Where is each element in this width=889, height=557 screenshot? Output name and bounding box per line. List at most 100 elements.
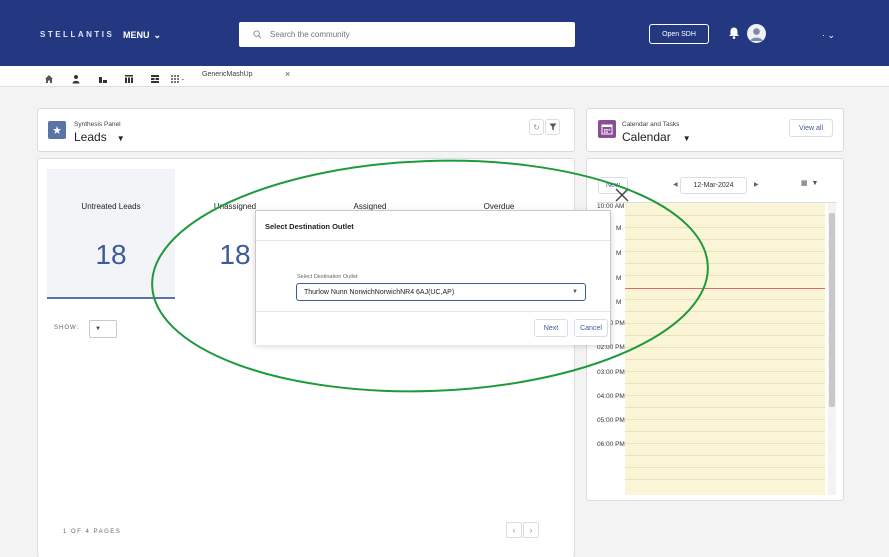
top-navigation: STELLANTIS MENU⌄ Open SDH · ⌄: [0, 0, 889, 66]
view-all-button[interactable]: View all: [789, 119, 833, 137]
home-icon[interactable]: [44, 71, 54, 83]
chevron-down-icon: ⌄: [153, 30, 162, 40]
tab-close-icon[interactable]: ×: [285, 69, 290, 79]
destination-outlet-select[interactable]: Thurlow Nunn NorwichNorwichNR4 6AJ(UC,AP…: [296, 283, 586, 301]
calendar-panel-subtitle: Calendar and Tasks: [622, 121, 680, 128]
hour-line: [625, 227, 825, 228]
destination-outlet-label: Select Destination Outlet: [297, 274, 358, 280]
hour-line: [625, 371, 825, 372]
cancel-button[interactable]: Cancel: [574, 319, 608, 337]
prev-day-icon[interactable]: ◀: [673, 181, 678, 188]
synthesis-panel-subtitle: Synthesis Panel: [74, 121, 121, 128]
next-day-icon[interactable]: ▶: [754, 181, 759, 188]
hour-line: [625, 383, 825, 384]
hour-line: [625, 311, 825, 312]
star-icon: ★: [48, 121, 66, 139]
calendar-day-grid[interactable]: 10:00 AM M M M M 01:00 PM 02:00 PM 03:00…: [597, 202, 837, 495]
hour-line: [625, 407, 825, 408]
modal-title: Select Destination Outlet: [265, 222, 354, 231]
hour-line: [625, 239, 825, 240]
leads-title-text: Leads: [74, 130, 107, 144]
time-label: M: [616, 275, 622, 282]
next-page-button[interactable]: ›: [523, 522, 539, 538]
calendar-small-icon: ▦: [801, 180, 808, 187]
calendar-scrollbar[interactable]: [828, 203, 836, 495]
avatar[interactable]: [747, 24, 766, 43]
chevron-left-icon: ‹: [512, 525, 516, 535]
dropdown-arrow-icon[interactable]: ▼: [117, 134, 125, 143]
selected-outlet-value: Thurlow Nunn NorwichNorwichNR4 6AJ(UC,AP…: [304, 288, 455, 296]
synthesis-panel-title[interactable]: Leads ▼: [74, 130, 125, 144]
bell-icon[interactable]: [727, 26, 741, 40]
person-icon[interactable]: [71, 71, 81, 84]
time-label: M: [616, 225, 622, 232]
hour-line: [625, 215, 825, 216]
date-picker[interactable]: 12-Mar-2024: [680, 177, 747, 194]
chevron-down-icon: ▼: [95, 326, 101, 332]
brand-logo[interactable]: STELLANTIS: [40, 30, 114, 39]
show-label: SHOW:: [54, 325, 80, 331]
search-bar[interactable]: [239, 22, 575, 47]
hour-line: [625, 299, 825, 300]
calendar-panel-title[interactable]: Calendar ▼: [622, 130, 691, 144]
tile-untreated-leads[interactable]: Untreated Leads 18: [47, 169, 175, 299]
hour-line: [625, 395, 825, 396]
leads-icon[interactable]: [98, 71, 108, 83]
hour-line: [625, 431, 825, 432]
calendar-view-menu[interactable]: ▦ ▼: [801, 179, 818, 187]
hour-line: [625, 335, 825, 336]
modal-header: Select Destination Outlet: [256, 211, 610, 241]
time-label: 10:00 AM: [597, 203, 625, 210]
hour-line: [625, 347, 825, 348]
dropdown-arrow-icon[interactable]: ▼: [683, 134, 691, 143]
current-time-line: [625, 288, 825, 289]
select-destination-outlet-modal: Select Destination Outlet Select Destina…: [255, 210, 611, 345]
filter-icon: [549, 123, 556, 131]
synthesis-panel-header: ★ Synthesis Panel Leads ▼ ↻: [37, 108, 575, 152]
time-label: 02:00 PM: [597, 344, 625, 351]
calendar-panel-header: Calendar and Tasks Calendar ▼ View all: [586, 108, 844, 152]
app-grid-icon[interactable]: [170, 71, 186, 83]
refresh-button[interactable]: ↻: [529, 119, 544, 135]
hour-line: [625, 251, 825, 252]
tile-value: 18: [95, 239, 127, 270]
open-sdh-button[interactable]: Open SDH: [649, 24, 709, 44]
hour-line: [625, 455, 825, 456]
calendar-events-area[interactable]: [625, 203, 825, 495]
time-label: 04:00 PM: [597, 393, 625, 400]
refresh-icon: ↻: [533, 122, 540, 132]
menu-label: MENU: [123, 30, 150, 40]
hour-line: [625, 467, 825, 468]
search-input[interactable]: [270, 24, 570, 45]
user-menu-chevron-icon[interactable]: · ⌄: [822, 30, 835, 41]
chevron-right-icon: ›: [529, 525, 533, 535]
columns-icon[interactable]: [124, 71, 134, 83]
prev-page-button[interactable]: ‹: [506, 522, 522, 538]
calendar-panel-body: New ◀ 12-Mar-2024 ▶ ▦ ▼ 10:00 AM M M M M…: [586, 158, 844, 501]
show-select[interactable]: ▼: [89, 320, 117, 338]
chevron-down-icon: ▼: [811, 180, 819, 187]
filter-button[interactable]: [545, 119, 560, 135]
tab-bar: GenericMashUp ×: [0, 66, 889, 87]
close-icon[interactable]: [613, 186, 631, 204]
time-label: M: [616, 299, 622, 306]
pagination-text: 1 OF 4 PAGES: [63, 529, 122, 535]
menu-button[interactable]: MENU ⌄: [123, 30, 161, 41]
time-label: 06:00 PM: [597, 441, 625, 448]
tab-genericmashup[interactable]: GenericMashUp: [202, 71, 253, 78]
hour-line: [625, 275, 825, 276]
modal-footer: Next Cancel: [256, 311, 610, 345]
time-label: 03:00 PM: [597, 369, 625, 376]
time-label: M: [616, 250, 622, 257]
calendar-title-text: Calendar: [622, 130, 671, 144]
hour-line: [625, 479, 825, 480]
time-label: 05:00 PM: [597, 417, 625, 424]
next-button[interactable]: Next: [534, 319, 568, 337]
hour-line: [625, 443, 825, 444]
hour-line: [625, 359, 825, 360]
chevron-down-icon: ▼: [572, 289, 578, 295]
search-icon: [253, 30, 262, 39]
hour-line: [625, 323, 825, 324]
scrollbar-thumb[interactable]: [829, 213, 835, 407]
grid-icon[interactable]: [150, 71, 160, 83]
